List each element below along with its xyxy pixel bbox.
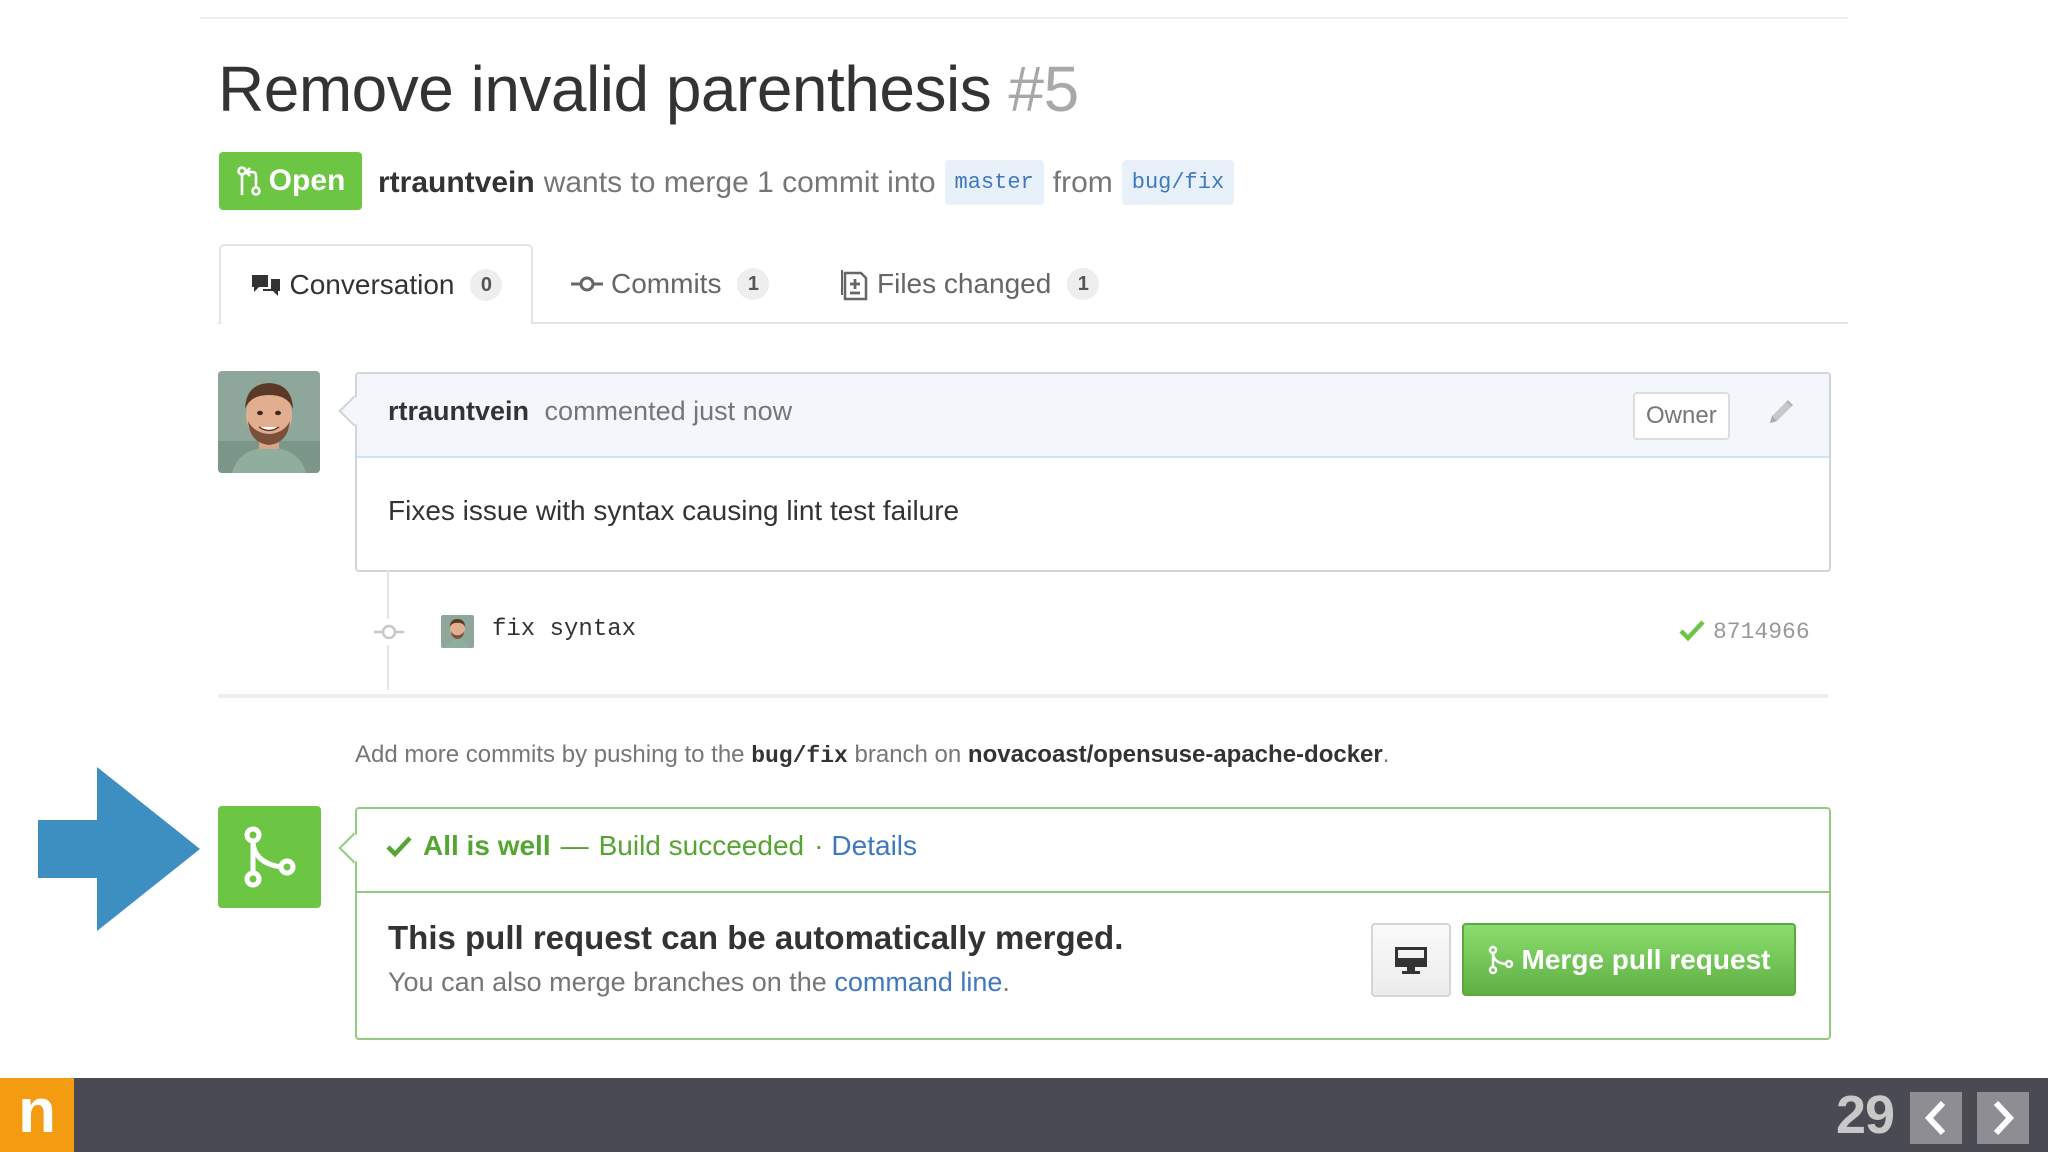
command-line-link[interactable]: command line — [834, 967, 1002, 997]
merge-box-divider — [357, 891, 1829, 893]
pr-number: #5 — [1008, 53, 1079, 125]
merge-pull-request-button[interactable]: Merge pull request — [1462, 923, 1796, 996]
next-slide-button[interactable] — [1977, 1092, 2029, 1144]
merge-status-icon — [218, 806, 321, 908]
previous-slide-button[interactable] — [1910, 1092, 1962, 1144]
push-note-prefix: Add more commits by pushing to the — [355, 741, 745, 768]
tab-conversation-label: Conversation — [289, 269, 455, 300]
check-icon — [385, 834, 413, 858]
comment-discussion-icon — [250, 271, 282, 299]
tab-commits-label: Commits — [611, 268, 722, 299]
build-status-dash: — — [560, 830, 589, 861]
tab-files-changed-label: Files changed — [877, 268, 1052, 299]
push-note-middle: branch on — [854, 741, 962, 768]
state-badge: Open — [219, 152, 362, 210]
pr-meta-from: from — [1052, 165, 1113, 199]
slide-footer — [0, 1078, 2048, 1152]
pr-author-link[interactable]: rtrauntvein — [378, 166, 535, 200]
merge-subtext-prefix: You can also merge branches on the — [388, 967, 827, 997]
build-status: All is well — Build succeeded · Details — [385, 830, 917, 862]
tab-conversation[interactable]: Conversation 0 — [219, 244, 533, 324]
chevron-left-icon — [1924, 1100, 1946, 1136]
state-badge-label: Open — [268, 164, 346, 197]
comment-meta: rtrauntvein commented just now — [388, 396, 792, 427]
pencil-icon[interactable] — [1764, 397, 1796, 434]
merge-subtext-suffix: . — [1002, 967, 1010, 997]
pointer-arrow-icon — [38, 767, 202, 936]
logo-letter: n — [18, 1077, 56, 1146]
comment-timestamp: commented just now — [544, 396, 793, 426]
push-note-suffix: . — [1382, 741, 1390, 768]
tab-conversation-count: 0 — [470, 269, 503, 301]
tab-commits[interactable]: Commits 1 — [571, 244, 770, 324]
git-merge-icon — [244, 826, 295, 888]
build-details-link[interactable]: Details — [831, 830, 917, 862]
merge-subtext: You can also merge branches on the comma… — [388, 967, 1010, 998]
top-divider — [200, 17, 1848, 19]
desktop-icon — [1395, 947, 1427, 974]
page-title: Remove invalid parenthesis #5 — [218, 52, 1079, 126]
merge-button-label: Merge pull request — [1521, 943, 1771, 975]
push-note: Add more commits by pushing to the bug/f… — [355, 741, 1389, 769]
commit-avatar[interactable] — [441, 615, 474, 648]
merge-heading: This pull request can be automatically m… — [388, 919, 1124, 956]
pr-title-text: Remove invalid parenthesis — [218, 53, 992, 125]
tab-files-changed-count: 1 — [1067, 268, 1100, 300]
chevron-right-icon — [1993, 1100, 2015, 1136]
logo: n — [0, 1078, 74, 1152]
comment-author-link[interactable]: rtrauntvein — [388, 396, 529, 426]
build-status-description: Build succeeded — [598, 830, 805, 861]
pr-meta: rtrauntvein wants to merge 1 commit into… — [378, 160, 1243, 205]
open-in-desktop-button[interactable] — [1371, 923, 1451, 997]
timeline-divider — [218, 694, 1828, 698]
slide-number: 29 — [1836, 1085, 1895, 1145]
commit-sha-link[interactable]: 8714966 — [1713, 619, 1810, 645]
git-commit-icon — [374, 619, 404, 650]
base-branch-label[interactable]: master — [944, 160, 1044, 205]
git-pull-request-icon — [236, 166, 261, 196]
git-merge-icon — [1488, 945, 1513, 974]
git-commit-icon — [571, 274, 603, 294]
push-note-branch: bug/fix — [751, 743, 848, 769]
avatar[interactable] — [218, 371, 320, 473]
pr-meta-text: wants to merge 1 commit into — [543, 165, 936, 199]
commit-message-link[interactable]: fix syntax — [492, 616, 636, 643]
check-icon[interactable] — [1678, 618, 1706, 647]
head-branch-label[interactable]: bug/fix — [1121, 160, 1235, 205]
comment-body: Fixes issue with syntax causing lint tes… — [388, 495, 960, 526]
owner-label: Owner — [1633, 392, 1730, 440]
push-note-repo: novacoast/opensuse-apache-docker — [967, 741, 1383, 768]
tab-files-changed[interactable]: Files changed 1 — [841, 244, 1100, 324]
build-status-separator: · — [814, 830, 824, 861]
diff-icon — [841, 267, 869, 301]
build-status-title: All is well — [423, 830, 551, 861]
tab-commits-count: 1 — [737, 268, 770, 300]
